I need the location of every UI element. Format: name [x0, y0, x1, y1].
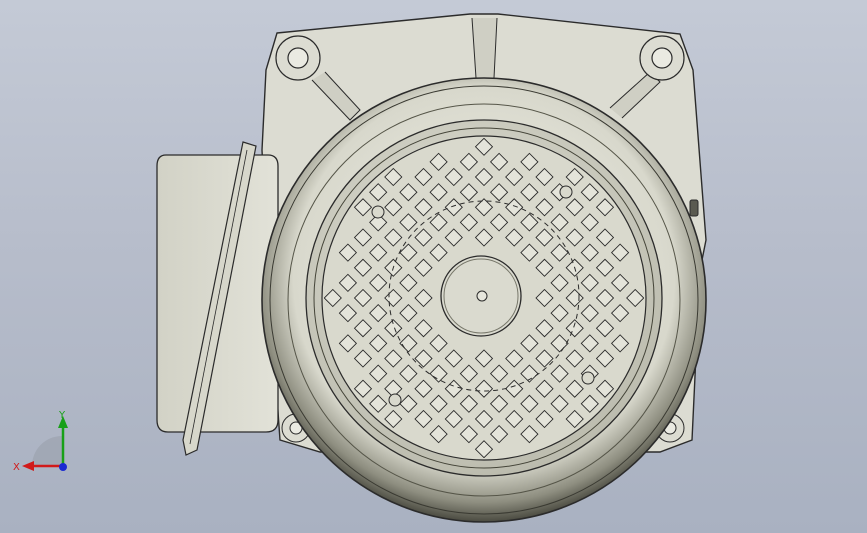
- mounting-hole-top-right: [639, 35, 685, 81]
- graphics-viewport[interactable]: Y X: [0, 0, 867, 533]
- mounting-hole-top-left: [275, 35, 321, 81]
- z-axis-dot: [59, 463, 67, 471]
- x-axis-label: X: [13, 462, 20, 473]
- x-axis-arrow: [22, 461, 34, 471]
- y-axis-label: Y: [58, 410, 66, 421]
- frame-rib-top: [471, 17, 498, 79]
- motor-model[interactable]: [0, 0, 867, 533]
- side-bolt: [689, 199, 699, 217]
- shaft-center: [476, 290, 488, 302]
- axis-triad: Y X: [13, 410, 68, 473]
